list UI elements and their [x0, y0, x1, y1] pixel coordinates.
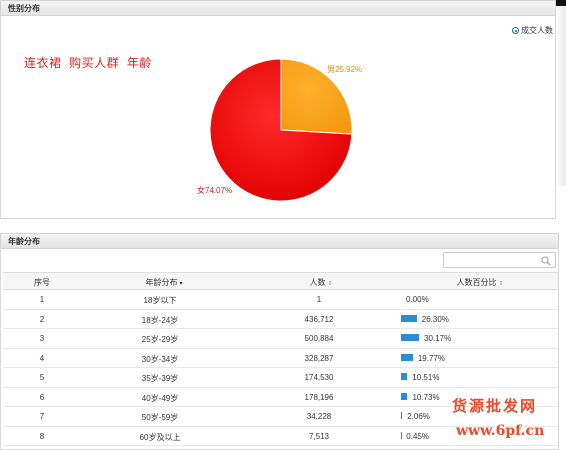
- row-index: 8: [39, 431, 45, 441]
- search-icon[interactable]: [541, 256, 551, 266]
- percent-bar: [401, 373, 408, 380]
- percent-bar: [401, 412, 403, 419]
- row-index: 6: [39, 392, 45, 402]
- sort-icon[interactable]: ⇕: [498, 281, 503, 287]
- col-header-index: 序号: [34, 278, 50, 287]
- watermark-text: 货源批发网: [452, 397, 538, 415]
- row-age-range: 18岁-24岁: [141, 315, 179, 325]
- row-count: 7,513: [308, 431, 330, 441]
- row-percent: 26.30%: [421, 314, 449, 324]
- age-panel-title: 年龄分布: [8, 237, 40, 246]
- row-percent: 10.73%: [412, 392, 440, 402]
- search-input[interactable]: [443, 252, 556, 268]
- pie-label-female: 女74.07%: [197, 186, 233, 195]
- row-percent: 19.77%: [417, 353, 445, 363]
- table-row: 1 18岁以下 1 0.00%: [3, 290, 558, 310]
- percent-bar: [401, 314, 417, 322]
- row-index: 2: [39, 314, 45, 324]
- col-header-percent[interactable]: 人数百分比 ⇕: [456, 277, 503, 288]
- row-age-range: 30岁-34岁: [141, 354, 179, 364]
- percent-bar: [401, 353, 413, 361]
- row-index: 1: [39, 295, 45, 304]
- table-header: 序号 年龄分布 ▾ 人数 ⇕ 人数百分比 ⇕: [3, 272, 558, 290]
- col-header-count[interactable]: 人数 ⇕: [309, 277, 332, 288]
- row-percent: 30.17%: [424, 334, 452, 343]
- row-age-range: 25岁-29岁: [141, 335, 179, 344]
- watermark-url: www.6pf.cn: [456, 423, 545, 439]
- age-panel-header: 年龄分布: [0, 233, 559, 249]
- row-age-range: 40岁-49岁: [141, 393, 179, 403]
- table-row: 5 35岁-39岁 174,530 10.51%: [3, 368, 558, 388]
- row-count: 1: [316, 295, 322, 304]
- row-index: 3: [39, 334, 45, 343]
- percent-bar: [401, 334, 420, 341]
- row-count: 436,712: [304, 314, 334, 324]
- row-percent: 0.45%: [406, 431, 429, 441]
- row-count: 178,196: [304, 392, 334, 402]
- col-header-age[interactable]: 年龄分布 ▾: [145, 277, 182, 288]
- row-count: 34,228: [306, 412, 332, 421]
- pie-label-male: 男25.92%: [327, 65, 363, 74]
- sort-icon[interactable]: ⇕: [327, 281, 332, 287]
- table-row: 4 30岁-34岁 328,287 19.77%: [3, 349, 558, 368]
- row-count: 500,884: [304, 334, 334, 343]
- row-index: 4: [39, 353, 45, 363]
- table-row: 3 25岁-29岁 500,884 30.17%: [3, 329, 558, 349]
- row-age-range: 18岁以下: [143, 296, 177, 305]
- row-count: 174,530: [304, 373, 334, 382]
- row-index: 5: [39, 373, 45, 382]
- row-index: 7: [39, 412, 45, 421]
- row-percent: 0.00%: [406, 295, 429, 304]
- table-row: 2 18岁-24岁 436,712 26.30%: [3, 310, 558, 329]
- sort-desc-icon[interactable]: ▾: [179, 281, 182, 287]
- gender-pie-chart: [209, 58, 353, 202]
- row-age-range: 35岁-39岁: [141, 374, 179, 383]
- row-age-range: 50岁-59岁: [141, 413, 179, 422]
- row-percent: 2.06%: [407, 412, 430, 421]
- row-percent: 10.51%: [412, 373, 440, 382]
- row-count: 328,287: [304, 353, 334, 363]
- row-age-range: 60岁及以上: [139, 432, 181, 442]
- percent-bar: [401, 392, 408, 400]
